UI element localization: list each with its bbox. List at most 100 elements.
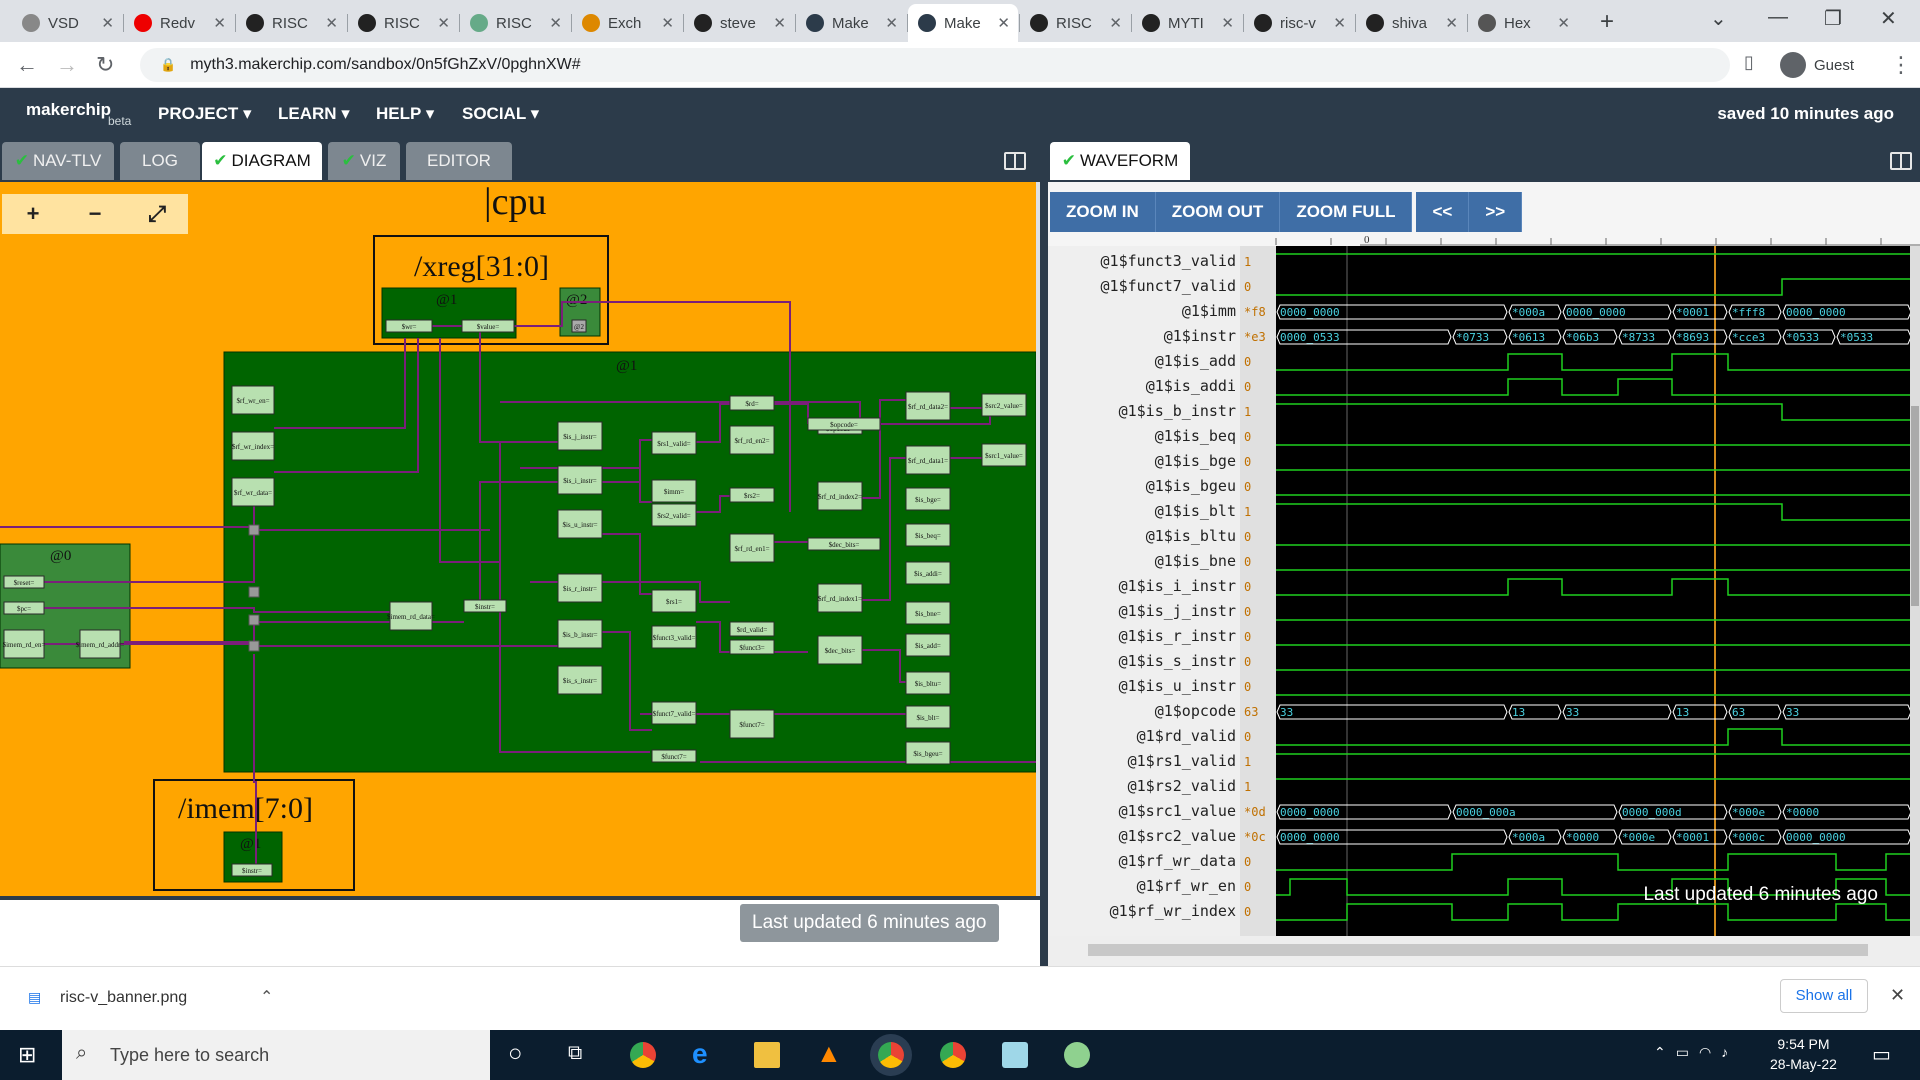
signal-name[interactable]: @1$instr [1164, 327, 1236, 345]
field-node[interactable]: $rd_valid= [729, 621, 775, 637]
reset-node[interactable]: $reset= [3, 575, 45, 589]
is-instr-node[interactable]: $is_bgeu= [905, 741, 951, 765]
signal-name[interactable]: @1$rs2_valid [1128, 777, 1236, 795]
time-ruler[interactable]: 0 [1048, 232, 1920, 246]
decode-node[interactable]: $is_u_instr= [557, 509, 603, 539]
chrome-profile-icon[interactable] [940, 1042, 966, 1068]
menu-help[interactable]: HELP ▾ [376, 104, 434, 124]
tab-close-icon[interactable]: ✕ [1557, 14, 1570, 32]
tab-close-icon[interactable]: ✕ [885, 14, 898, 32]
file-explorer-icon[interactable] [754, 1042, 780, 1068]
task-view-icon[interactable]: ⧉ [568, 1042, 582, 1065]
minimize-button[interactable]: — [1768, 6, 1788, 29]
fit-view-button[interactable]: ⤢ [126, 194, 188, 234]
tray-icons[interactable]: ⌃▭◠♪ [1654, 1044, 1738, 1061]
tab-close-icon[interactable]: ✕ [1221, 14, 1234, 32]
tab-viz[interactable]: ✔ VIZ [328, 142, 400, 180]
browser-tab[interactable]: RISC ✕ [460, 4, 570, 42]
signal-name[interactable]: @1$imm [1182, 302, 1236, 320]
field-node[interactable]: $rf_rd_en1= [729, 533, 775, 563]
zoom-in-button[interactable]: ZOOM IN [1050, 192, 1156, 232]
signal-name[interactable]: @1$rd_valid [1137, 727, 1236, 745]
chevron-up-icon[interactable]: ⌃ [260, 987, 273, 1007]
rf-index-node[interactable]: $rf_rd_index1= [817, 583, 863, 613]
imem-rd-addr-node[interactable]: $imem_rd_addr= [76, 629, 125, 659]
scroll-left-button[interactable]: << [1416, 192, 1470, 232]
zoom-out-button[interactable]: − [64, 194, 126, 234]
maximize-button[interactable]: ❐ [1824, 6, 1842, 31]
profile-button[interactable]: Guest [1780, 50, 1854, 80]
signal-name[interactable]: @1$is_blt [1155, 502, 1236, 520]
decode-field-node[interactable]: $rs1= [651, 589, 697, 613]
tab-close-icon[interactable]: ✕ [101, 14, 114, 32]
imem-rd-en-node[interactable]: $imem_rd_en= [3, 629, 46, 659]
signal-name[interactable]: @1$is_s_instr [1119, 652, 1236, 670]
zoom-out-button[interactable]: ZOOM OUT [1155, 192, 1281, 232]
notepad-icon[interactable] [1002, 1042, 1028, 1068]
edge-icon[interactable]: e [692, 1038, 708, 1070]
tab-log[interactable]: LOG [120, 142, 200, 180]
horizontal-scrollbar[interactable] [1048, 936, 1920, 966]
signal-name[interactable]: @1$is_u_instr [1119, 677, 1236, 695]
signal-name[interactable]: @1$is_b_instr [1119, 402, 1236, 420]
browser-tab[interactable]: steve ✕ [684, 4, 794, 42]
pc-incr-node[interactable]: $funct7= [651, 749, 697, 763]
scroll-right-button[interactable]: >> [1469, 192, 1523, 232]
imem-instr-node[interactable]: $instr= [231, 863, 273, 877]
is-instr-node[interactable]: $is_addi= [905, 561, 951, 585]
chrome-active-icon[interactable] [878, 1042, 904, 1068]
diagram-pane[interactable]: |cpu /xreg[31:0] @1 @2 @1 @0 /imem[7:0] … [0, 182, 1036, 896]
decode-field-node[interactable]: $funct7_valid= [651, 701, 697, 725]
rf-wr-index-node[interactable]: $rf_wr_index= [231, 431, 275, 461]
browser-menu-icon[interactable]: ⋮ [1890, 52, 1912, 78]
reload-icon[interactable]: ↻ [96, 52, 114, 78]
field-node[interactable]: $rs2= [729, 487, 775, 503]
browser-tab[interactable]: MYTI ✕ [1132, 4, 1242, 42]
browser-tab[interactable]: shiva ✕ [1356, 4, 1466, 42]
signal-name[interactable]: @1$is_bne [1155, 552, 1236, 570]
opcode-node[interactable]: $opcode= [807, 417, 881, 431]
waveform-plot[interactable]: @1$funct3_valid @1$funct7_valid @1$imm @1$i… [1048, 246, 1920, 936]
new-tab-button[interactable]: + [1600, 8, 1614, 36]
browser-tab[interactable]: risc-v ✕ [1244, 4, 1354, 42]
tab-close-icon[interactable]: ✕ [437, 14, 450, 32]
decode-node[interactable]: $is_s_instr= [557, 665, 603, 695]
split-pane-icon[interactable] [1890, 152, 1912, 170]
xreg-wr-node[interactable]: $wr= [385, 319, 433, 333]
is-instr-node[interactable]: $is_bltu= [905, 671, 951, 695]
is-instr-node[interactable]: $rf_rd_data2= [905, 391, 951, 421]
cortana-icon[interactable]: ○ [508, 1040, 523, 1068]
browser-tab[interactable]: RISC ✕ [348, 4, 458, 42]
is-instr-node[interactable]: $is_beq= [905, 523, 951, 547]
is-instr-node[interactable]: $is_bne= [905, 601, 951, 625]
is-instr-node[interactable]: $rf_rd_data1= [905, 445, 951, 475]
src1-value-node[interactable]: $src1_value= [981, 443, 1027, 467]
download-item[interactable]: risc-v_banner.png [60, 989, 187, 1007]
instr-node[interactable]: $instr= [463, 599, 507, 613]
zoom-full-button[interactable]: ZOOM FULL [1280, 192, 1413, 232]
tab-nav-tlv[interactable]: ✔ NAV-TLV [2, 142, 114, 180]
field-node[interactable]: $rf_rd_en2= [729, 425, 775, 455]
signal-name[interactable]: @1$funct3_valid [1101, 252, 1236, 270]
signal-name[interactable]: @1$is_bgeu [1146, 477, 1236, 495]
split-pane-icon[interactable] [1004, 152, 1026, 170]
paint-icon[interactable] [1064, 1042, 1090, 1068]
browser-tab[interactable]: Hex ✕ [1468, 4, 1578, 42]
browser-tab[interactable]: RISC ✕ [1020, 4, 1130, 42]
tab-close-icon[interactable]: ✕ [997, 14, 1010, 32]
decode-field-node[interactable]: $imm= [651, 479, 697, 503]
decode-node[interactable]: $is_j_instr= [557, 421, 603, 451]
rf-index-node[interactable]: $rf_rd_index2= [817, 481, 863, 511]
signal-name[interactable]: @1$is_r_instr [1119, 627, 1236, 645]
vertical-scrollbar[interactable] [1910, 246, 1920, 936]
menu-social[interactable]: SOCIAL ▾ [462, 104, 539, 124]
sidepanel-icon[interactable]: ▯ [1744, 52, 1754, 73]
rf-wr-en-node[interactable]: $rf_wr_en= [231, 385, 275, 415]
signal-name[interactable]: @1$rs1_valid [1128, 752, 1236, 770]
rf-index2-node[interactable]: $dec_bits= [807, 537, 881, 551]
is-instr-node[interactable]: $is_add= [905, 633, 951, 657]
tab-editor[interactable]: EDITOR [406, 142, 512, 180]
menu-project[interactable]: PROJECT ▾ [158, 104, 252, 124]
signal-name[interactable]: @1$is_add [1155, 352, 1236, 370]
decode-node[interactable]: $is_b_instr= [557, 619, 603, 649]
